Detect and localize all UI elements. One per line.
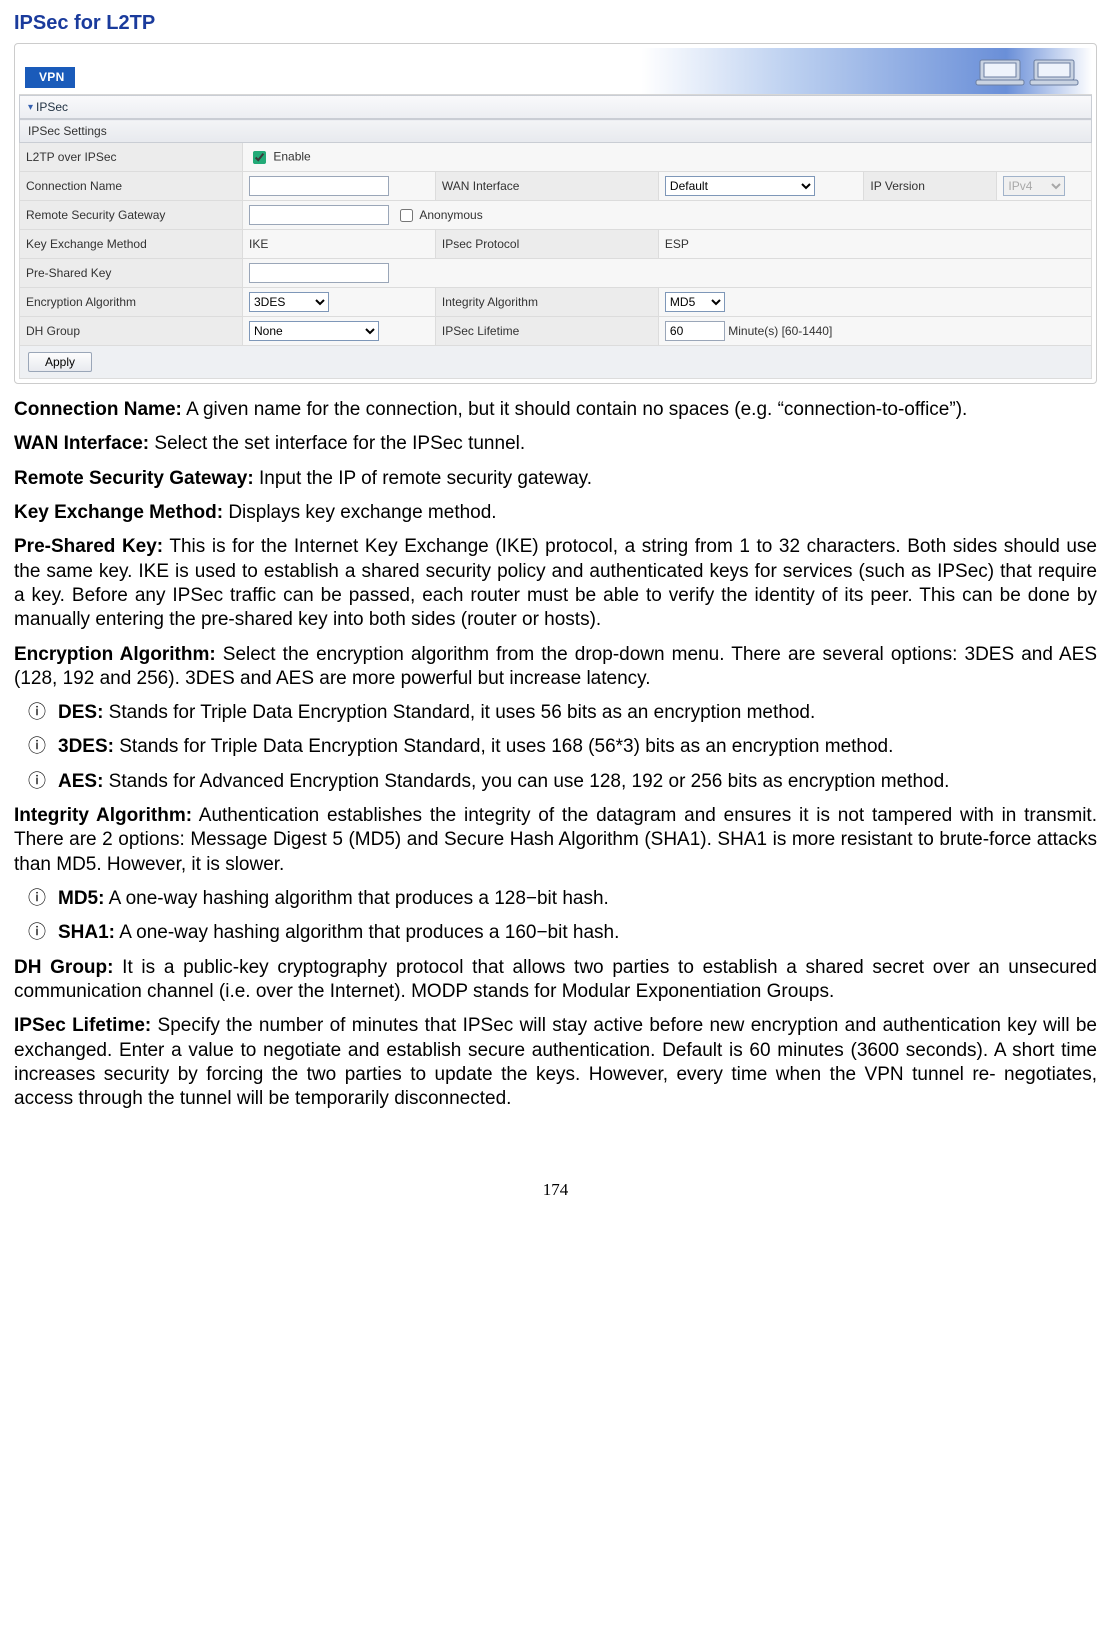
remote-security-gateway-desc: Input the IP of remote security gateway.	[254, 468, 592, 489]
ipsec-lifetime-input[interactable]	[665, 321, 725, 341]
apply-button[interactable]: Apply	[28, 352, 92, 372]
integrity-bullets: MD5: A one-way hashing algorithm that pr…	[14, 887, 1097, 946]
encryption-bullets: DES: Stands for Triple Data Encryption S…	[14, 701, 1097, 794]
connection-name-term: Connection Name:	[14, 399, 182, 420]
wan-interface-term: WAN Interface:	[14, 433, 149, 454]
settings-table: IPSec Settings L2TP over IPSec Enable Co…	[19, 119, 1092, 379]
3des-term: 3DES:	[58, 736, 114, 757]
ipsec-lifetime-label: IPSec Lifetime	[435, 317, 658, 346]
ipsec-lifetime-term: IPSec Lifetime:	[14, 1015, 151, 1036]
collapse-triangle-icon: ▾	[28, 102, 33, 113]
encryption-algorithm-label: Encryption Algorithm	[20, 288, 243, 317]
encryption-algorithm-term: Encryption Algorithm:	[14, 644, 216, 665]
section-tab-label: IPSec	[36, 100, 68, 114]
3des-desc: Stands for Triple Data Encryption Standa…	[114, 736, 893, 757]
enable-checkbox[interactable]	[253, 151, 266, 164]
wan-interface-desc: Select the set interface for the IPSec t…	[149, 433, 525, 454]
enable-label: Enable	[273, 149, 310, 163]
banner-graphic-icon	[974, 54, 1084, 90]
anonymous-checkbox[interactable]	[400, 209, 413, 222]
ipsec-protocol-label: IPsec Protocol	[435, 230, 658, 259]
connection-name-input[interactable]	[249, 176, 389, 196]
section-heading: IPSec for L2TP	[14, 12, 1097, 35]
key-exchange-method-label: Key Exchange Method	[20, 230, 243, 259]
pre-shared-key-label: Pre-Shared Key	[20, 259, 243, 288]
key-exchange-method-desc: Displays key exchange method.	[223, 502, 497, 523]
banner-tag: VPN	[25, 67, 75, 88]
md5-term: MD5:	[58, 888, 104, 909]
ip-version-label: IP Version	[864, 172, 997, 201]
dh-group-desc: It is a public-key cryptography protocol…	[14, 957, 1097, 1002]
wan-interface-select[interactable]: Default	[665, 176, 815, 196]
integrity-algorithm-term: Integrity Algorithm:	[14, 805, 192, 826]
wan-interface-label: WAN Interface	[435, 172, 658, 201]
section-tab-ipsec[interactable]: ▾ IPSec	[19, 95, 1092, 119]
l2tp-over-ipsec-label: L2TP over IPSec	[20, 143, 243, 172]
md5-desc: A one-way hashing algorithm that produce…	[104, 888, 608, 909]
sha1-term: SHA1:	[58, 922, 115, 943]
description-body: Connection Name: A given name for the co…	[14, 398, 1097, 1112]
des-term: DES:	[58, 702, 103, 723]
ip-version-select: IPv4	[1003, 176, 1065, 196]
key-exchange-method-value: IKE	[243, 230, 436, 259]
pre-shared-key-desc: This is for the Internet Key Exchange (I…	[14, 536, 1097, 630]
connection-name-label: Connection Name	[20, 172, 243, 201]
config-screenshot: VPN ▾ IPSec IPSec Settings L2TP over IPS…	[14, 43, 1097, 384]
dh-group-term: DH Group:	[14, 957, 113, 978]
remote-security-gateway-term: Remote Security Gateway:	[14, 468, 254, 489]
ipsec-protocol-value: ESP	[658, 230, 1091, 259]
integrity-algorithm-select[interactable]: MD5	[665, 292, 725, 312]
ipsec-lifetime-unit: Minute(s) [60-1440]	[728, 324, 832, 338]
aes-term: AES:	[58, 771, 103, 792]
sha1-desc: A one-way hashing algorithm that produce…	[115, 922, 619, 943]
dh-group-select[interactable]: None	[249, 321, 379, 341]
remote-security-gateway-label: Remote Security Gateway	[20, 201, 243, 230]
aes-desc: Stands for Advanced Encryption Standards…	[103, 771, 949, 792]
settings-header: IPSec Settings	[20, 120, 1092, 143]
anonymous-label: Anonymous	[419, 208, 482, 222]
pre-shared-key-term: Pre-Shared Key:	[14, 536, 163, 557]
ipsec-lifetime-desc: Specify the number of minutes that IPSec…	[14, 1015, 1097, 1109]
connection-name-desc: A given name for the connection, but it …	[182, 399, 967, 420]
des-desc: Stands for Triple Data Encryption Standa…	[103, 702, 815, 723]
encryption-algorithm-select[interactable]: 3DES	[249, 292, 329, 312]
remote-security-gateway-input[interactable]	[249, 205, 389, 225]
dh-group-label: DH Group	[20, 317, 243, 346]
banner: VPN	[19, 48, 1092, 95]
key-exchange-method-term: Key Exchange Method:	[14, 502, 223, 523]
integrity-algorithm-label: Integrity Algorithm	[435, 288, 658, 317]
pre-shared-key-input[interactable]	[249, 263, 389, 283]
page-number: 174	[14, 1180, 1097, 1200]
